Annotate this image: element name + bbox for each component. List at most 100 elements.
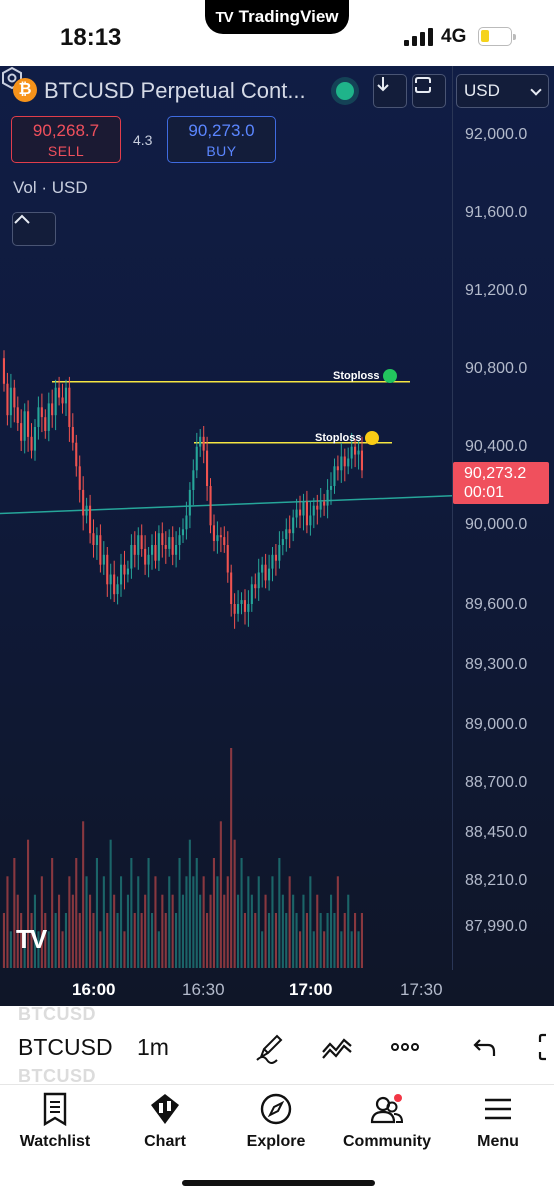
volume-bar — [309, 876, 312, 968]
nav-label-community: Community — [343, 1133, 431, 1150]
watchlist-icon — [43, 1092, 67, 1127]
candle-body — [164, 545, 167, 549]
stoploss-label-2[interactable]: Stoploss — [315, 431, 380, 445]
volume-bar — [130, 858, 133, 968]
nav-item-explore[interactable]: Explore — [221, 1091, 331, 1151]
candle-body — [264, 564, 267, 581]
candle-body — [309, 515, 312, 526]
tradingview-logo: TV — [16, 924, 47, 954]
volume-indicator-label[interactable]: Vol · USD — [13, 178, 88, 198]
candle-body — [192, 470, 195, 490]
network-type: 4G — [441, 26, 467, 47]
candle-body — [16, 407, 19, 423]
volume-bar — [113, 894, 116, 968]
volume-bar — [212, 858, 215, 968]
candle-body — [154, 545, 157, 561]
volume-bar — [188, 839, 191, 968]
volume-bar — [326, 913, 329, 968]
collapse-legend-button[interactable] — [12, 212, 56, 246]
volume-bar — [178, 858, 181, 968]
volume-bar — [123, 931, 126, 968]
candle-body — [64, 387, 67, 404]
indicators-icon[interactable] — [320, 1030, 354, 1064]
volume-bar — [85, 876, 88, 968]
candle-body — [333, 466, 336, 486]
nav-item-chart[interactable]: Chart — [110, 1091, 220, 1151]
volume-bar — [175, 913, 178, 968]
nav-item-menu[interactable]: Menu — [443, 1091, 553, 1151]
stoploss-2-dot — [365, 431, 380, 445]
volume-bar — [357, 931, 360, 968]
candle-body — [285, 529, 288, 540]
candle-body — [206, 450, 209, 486]
volume-bar — [137, 876, 140, 968]
candle-body — [161, 533, 164, 545]
volume-bar — [230, 748, 233, 968]
stoploss-1-dot — [383, 369, 398, 383]
candle-body — [54, 387, 57, 416]
chevron-up-icon — [14, 214, 30, 224]
fullscreen-button[interactable] — [412, 74, 446, 108]
compass-icon — [260, 1093, 292, 1125]
undo-icon[interactable] — [468, 1030, 502, 1064]
candle-body — [274, 554, 277, 561]
candle-body — [44, 417, 47, 431]
currency-select[interactable]: USD — [456, 74, 549, 108]
volume-bar — [202, 876, 205, 968]
fullscreen-toolbar-icon[interactable] — [532, 1030, 554, 1064]
volume-bar — [288, 876, 291, 968]
candle-body — [288, 529, 291, 534]
candle-body — [78, 466, 81, 490]
download-button[interactable] — [373, 74, 407, 108]
trendline — [0, 495, 453, 515]
clock: 18:13 — [60, 24, 122, 51]
more-options-icon[interactable] — [388, 1030, 422, 1064]
arrow-down-icon — [377, 77, 389, 92]
candle-body — [175, 545, 178, 555]
candle-body — [223, 537, 226, 545]
volume-bar — [285, 913, 288, 968]
market-open-indicator — [336, 82, 354, 100]
volume-bar — [330, 894, 333, 968]
volume-bar — [360, 913, 363, 968]
candle-body — [106, 554, 109, 585]
candle-body — [281, 539, 284, 545]
volume-bar — [6, 876, 9, 968]
candle-body — [299, 509, 302, 516]
stoploss-label-1[interactable]: Stoploss — [333, 369, 398, 383]
candle-body — [126, 568, 129, 575]
island-title: TradingView — [238, 7, 339, 26]
nav-item-watchlist[interactable]: Watchlist — [0, 1091, 110, 1151]
volume-bar — [209, 894, 212, 968]
volume-bar — [206, 913, 209, 968]
symbol-title[interactable]: BTCUSD Perpetual Cont... — [44, 78, 319, 104]
drawing-pen-icon[interactable] — [253, 1030, 287, 1064]
price-axis-label: 91,200.0 — [465, 282, 528, 299]
chart-toolbar: BTCUSD BTCUSD BTCUSD 1m — [0, 1004, 554, 1086]
interval-selector[interactable]: 1m — [137, 1034, 169, 1061]
volume-bar — [323, 931, 326, 968]
candle-body — [350, 446, 353, 459]
volume-bar — [75, 858, 78, 968]
candle-body — [95, 535, 98, 545]
stoploss-1-text: Stoploss — [333, 370, 380, 382]
sell-button[interactable]: 90,268.7 SELL — [11, 116, 121, 163]
volume-bar — [102, 876, 105, 968]
volume-bar — [78, 913, 81, 968]
candle-body — [343, 456, 346, 467]
volume-bar — [350, 931, 353, 968]
volume-bar — [333, 913, 336, 968]
volume-bar — [161, 894, 164, 968]
buy-button[interactable]: 90,273.0 BUY — [167, 116, 276, 163]
chart-area[interactable]: 92,000.0 91,600.0 91,200.0 90,800.0 90,400.0… — [0, 66, 554, 1006]
price-axis-label: 88,700.0 — [465, 774, 528, 791]
volume-bar — [199, 894, 202, 968]
symbol-selector[interactable]: BTCUSD — [18, 1034, 113, 1061]
nav-item-community[interactable]: Community — [332, 1091, 442, 1151]
candle-body — [130, 545, 133, 569]
candle-body — [278, 545, 281, 561]
price-axis-divider — [452, 66, 453, 970]
volume-bar — [106, 913, 109, 968]
volume-bar — [264, 894, 267, 968]
volume-bar — [268, 913, 271, 968]
